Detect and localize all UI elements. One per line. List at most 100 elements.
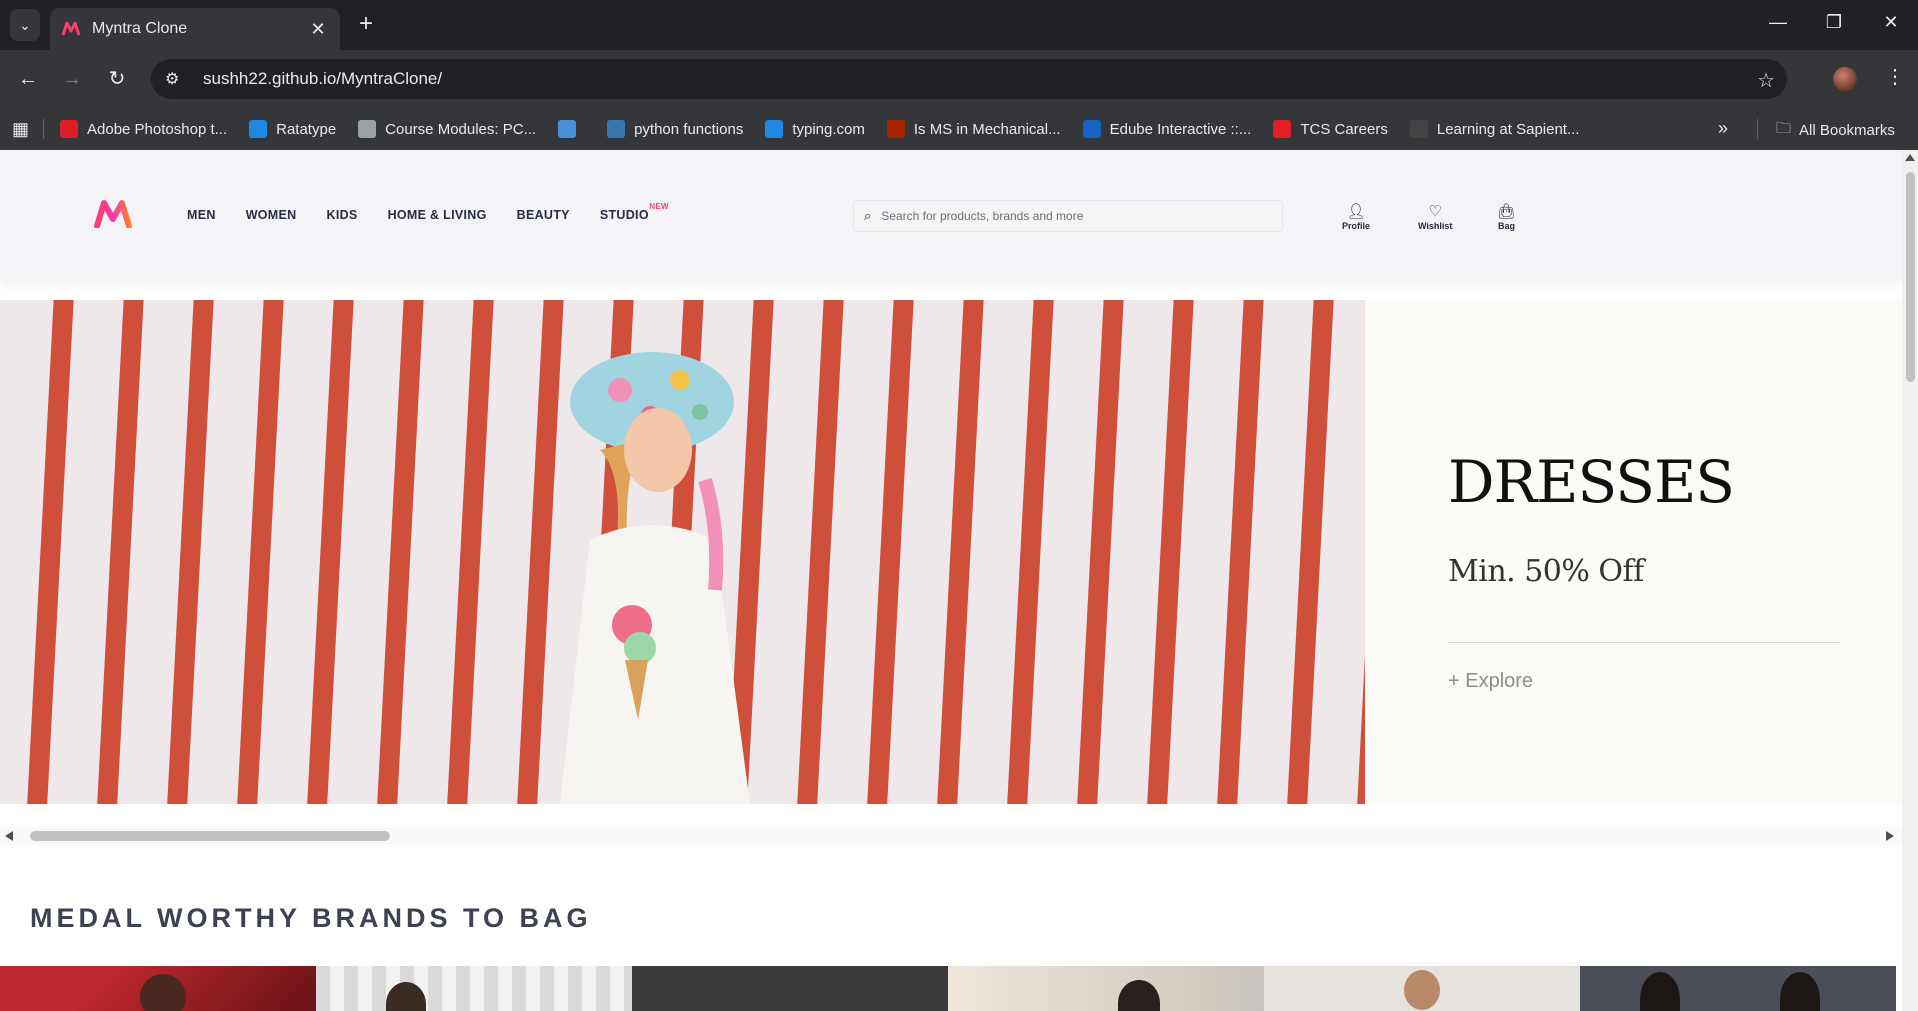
page-scrollbar[interactable] <box>1902 150 1918 1011</box>
menu-kebab-icon[interactable]: ⋮ <box>1885 64 1905 89</box>
search-icon: ⌕ <box>864 208 872 223</box>
site-header: MEN WOMEN KIDS HOME & LIVING BEAUTY STUD… <box>0 150 1902 280</box>
banner-title: DRESSES <box>1448 448 1735 516</box>
bookmark-item[interactable]: Ratatype <box>249 120 336 138</box>
brand-card[interactable] <box>632 966 948 1011</box>
nav-studio-label: STUDIO <box>599 208 649 222</box>
back-icon[interactable]: ← <box>14 65 42 93</box>
bookmark-item[interactable]: typing.com <box>765 120 865 138</box>
brand-card[interactable] <box>1264 966 1580 1011</box>
python-icon <box>607 120 626 138</box>
page-scrollbar-thumb[interactable] <box>1906 172 1915 382</box>
scroll-left-icon[interactable] <box>5 831 13 841</box>
quora-icon <box>886 120 905 138</box>
brand-card-image <box>1780 972 1820 1011</box>
all-bookmarks-button[interactable]: 🗀 All Bookmarks <box>1776 118 1895 143</box>
brand-card-image <box>1118 980 1160 1011</box>
edube-icon <box>1082 120 1101 138</box>
scroll-right-icon[interactable] <box>1886 831 1894 841</box>
banner-subtitle: Min. 50% Off <box>1448 554 1644 589</box>
banner-stripe <box>864 300 916 804</box>
myntra-logo-icon[interactable] <box>94 200 132 228</box>
sapient-icon <box>1409 120 1428 138</box>
model-illustration <box>560 352 750 804</box>
explore-link[interactable]: + Explore <box>1448 670 1533 693</box>
close-window-icon[interactable]: ✕ <box>1876 12 1906 33</box>
typing-icon <box>765 120 784 138</box>
bookmark-label: Ratatype <box>276 120 337 138</box>
hero-banner-image[interactable] <box>0 300 1365 804</box>
bookmark-label: TCS Careers <box>1300 120 1388 138</box>
profile-label: Profile <box>1342 221 1371 231</box>
bookmark-item[interactable]: Edube Interactive ::... <box>1082 120 1251 138</box>
banner-stripe <box>1144 300 1196 804</box>
nav-home-living[interactable]: HOME & LIVING <box>388 208 487 222</box>
nav-kids[interactable]: KIDS <box>327 208 358 222</box>
brand-card[interactable] <box>1580 966 1896 1011</box>
carousel-scrollbar[interactable] <box>0 827 1902 845</box>
bookmark-item[interactable]: Course Modules: PC... <box>358 120 536 138</box>
bookmark-label: typing.com <box>792 120 865 138</box>
brand-cards-row <box>0 966 1902 1011</box>
banner-stripe <box>1214 300 1266 804</box>
banner-divider <box>1448 642 1840 643</box>
bookmarks-divider <box>43 119 45 139</box>
banner-stripe <box>1284 300 1336 804</box>
profile-icon: 👤︎ <box>1346 203 1366 220</box>
nav-women[interactable]: WOMEN <box>246 208 297 222</box>
tab-search-button[interactable]: ⌄ <box>10 9 40 41</box>
brand-card[interactable] <box>316 966 632 1011</box>
bookmark-label: Learning at Sapient... <box>1436 120 1580 138</box>
folder-icon: 🗀 <box>1776 120 1792 137</box>
banner-stripe <box>1354 300 1365 804</box>
wishlist-button[interactable]: ♡ Wishlist <box>1418 203 1453 232</box>
myntra-favicon-icon <box>62 22 80 36</box>
nav-beauty[interactable]: BEAUTY <box>517 208 570 222</box>
brand-card[interactable] <box>0 966 316 1011</box>
scrollbar-thumb[interactable] <box>30 831 390 841</box>
heart-icon: ♡ <box>1428 203 1442 220</box>
wishlist-label: Wishlist <box>1418 221 1453 231</box>
new-badge: NEW <box>649 202 669 211</box>
forward-icon[interactable]: → <box>58 65 86 93</box>
bag-button[interactable]: 👜︎ Bag <box>1497 204 1516 232</box>
nav-studio[interactable]: STUDIO NEW <box>599 202 669 222</box>
search-bar[interactable]: ⌕ Search for products, brands and more <box>853 200 1283 232</box>
more-bookmarks-icon[interactable]: » <box>1718 118 1728 139</box>
section-heading: MEDAL WORTHY BRANDS TO BAG <box>30 903 592 933</box>
new-tab-button[interactable]: + <box>352 11 380 39</box>
bookmark-label: Is MS in Mechanical... <box>913 120 1061 138</box>
tab-title: Myntra Clone <box>92 20 188 37</box>
browser-toolbar: ← → ↻ ⚙ sushh22.github.io/MyntraClone/ ☆… <box>0 50 1918 108</box>
restore-icon[interactable]: ❐ <box>1819 12 1849 33</box>
bookmark-label: python functions <box>634 120 744 138</box>
bookmark-star-icon[interactable]: ☆ <box>1757 68 1775 93</box>
bookmark-item[interactable]: TCS Careers <box>1273 120 1388 138</box>
nav-men[interactable]: MEN <box>187 208 216 222</box>
bookmark-item[interactable] <box>558 120 585 138</box>
brand-card[interactable] <box>948 966 1264 1011</box>
close-tab-icon[interactable]: ✕ <box>308 19 328 40</box>
search-input[interactable]: Search for products, brands and more <box>881 209 1083 223</box>
url-text[interactable]: sushh22.github.io/MyntraClone/ <box>203 69 442 89</box>
scroll-up-icon[interactable] <box>1905 154 1915 161</box>
ratatype-icon <box>249 120 268 138</box>
brand-card-image <box>386 982 426 1011</box>
apps-grid-icon[interactable]: ▦ <box>12 119 29 140</box>
main-nav: MEN WOMEN KIDS HOME & LIVING BEAUTY STUD… <box>187 202 679 222</box>
bookmark-item[interactable]: Learning at Sapient... <box>1409 120 1580 138</box>
bookmark-list: Adobe Photoshop t... Ratatype Course Modul… <box>60 120 1601 138</box>
minimize-icon[interactable]: — <box>1763 12 1793 33</box>
profile-button[interactable]: 👤︎ Profile <box>1342 203 1371 232</box>
profile-avatar[interactable] <box>1833 67 1857 91</box>
site-info-icon[interactable]: ⚙ <box>165 69 195 89</box>
bookmark-item[interactable]: Adobe Photoshop t... <box>60 120 227 138</box>
bookmark-item[interactable]: python functions <box>607 120 743 138</box>
bookmark-label: Adobe Photoshop t... <box>87 120 228 138</box>
browser-tab-strip: ⌄ Myntra Clone ✕ + — ❐ ✕ <box>0 0 1918 50</box>
bookmark-item[interactable]: Is MS in Mechanical... <box>886 120 1061 138</box>
browser-tab[interactable]: Myntra Clone ✕ <box>50 8 340 50</box>
address-bar[interactable]: ⚙ sushh22.github.io/MyntraClone/ ☆ <box>151 59 1787 99</box>
bookmarks-divider <box>1757 119 1758 139</box>
reload-icon[interactable]: ↻ <box>103 65 131 93</box>
